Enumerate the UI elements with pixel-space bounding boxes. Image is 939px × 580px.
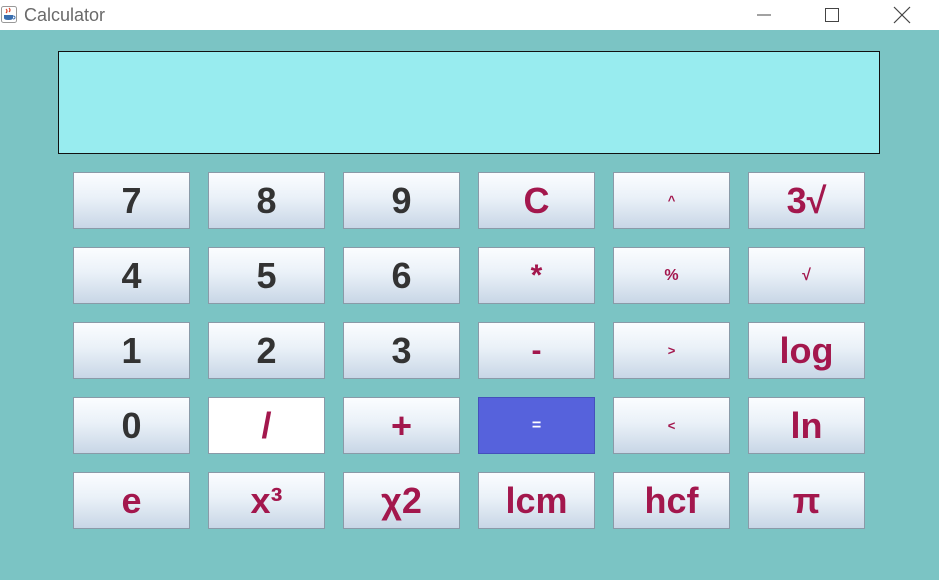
close-button[interactable] bbox=[867, 0, 937, 30]
java-cup-icon bbox=[1, 6, 17, 23]
greater-than-button[interactable]: > bbox=[613, 322, 730, 379]
maximize-icon bbox=[825, 8, 839, 22]
key-label: log bbox=[779, 329, 834, 371]
cube-root-button[interactable]: 3√ bbox=[748, 172, 865, 229]
key-label: * bbox=[530, 258, 543, 292]
key-label: 3 bbox=[391, 329, 412, 371]
percent-button[interactable]: % bbox=[613, 247, 730, 304]
close-icon bbox=[893, 6, 911, 24]
equals-button[interactable]: = bbox=[478, 397, 595, 454]
key-label: 2 bbox=[256, 329, 277, 371]
key-label: 3√ bbox=[786, 179, 827, 221]
key-label: = bbox=[531, 416, 542, 434]
square-root-button[interactable]: √ bbox=[748, 247, 865, 304]
key-1[interactable]: 1 bbox=[73, 322, 190, 379]
key-6[interactable]: 6 bbox=[343, 247, 460, 304]
pi-button[interactable]: π bbox=[748, 472, 865, 529]
key-label: % bbox=[664, 266, 679, 284]
key-7[interactable]: 7 bbox=[73, 172, 190, 229]
key-label: ln bbox=[790, 404, 823, 446]
key-label: e bbox=[121, 479, 142, 521]
add-button[interactable]: + bbox=[343, 397, 460, 454]
key-label: hcf bbox=[644, 479, 699, 521]
key-9[interactable]: 9 bbox=[343, 172, 460, 229]
key-label: + bbox=[390, 404, 413, 446]
key-5[interactable]: 5 bbox=[208, 247, 325, 304]
key-label: 6 bbox=[391, 254, 412, 296]
key-label: C bbox=[523, 179, 550, 221]
key-label: / bbox=[261, 404, 272, 446]
multiply-button[interactable]: * bbox=[478, 247, 595, 304]
calculator-display[interactable] bbox=[58, 51, 880, 154]
key-0[interactable]: 0 bbox=[73, 397, 190, 454]
subtract-button[interactable]: - bbox=[478, 322, 595, 379]
euler-button[interactable]: e bbox=[73, 472, 190, 529]
maximize-button[interactable] bbox=[797, 0, 867, 30]
key-label: lcm bbox=[505, 479, 568, 521]
key-label: 1 bbox=[121, 329, 142, 371]
title-bar: Calculator bbox=[0, 0, 939, 30]
clear-button[interactable]: C bbox=[478, 172, 595, 229]
key-label: < bbox=[667, 418, 676, 433]
power-button[interactable]: ^ bbox=[613, 172, 730, 229]
key-3[interactable]: 3 bbox=[343, 322, 460, 379]
key-label: √ bbox=[802, 266, 811, 284]
key-8[interactable]: 8 bbox=[208, 172, 325, 229]
lcm-button[interactable]: lcm bbox=[478, 472, 595, 529]
key-4[interactable]: 4 bbox=[73, 247, 190, 304]
key-label: - bbox=[531, 333, 542, 367]
key-label: 4 bbox=[121, 254, 142, 296]
key-label: 8 bbox=[256, 179, 277, 221]
key-label: 5 bbox=[256, 254, 277, 296]
minimize-button[interactable] bbox=[729, 0, 799, 30]
key-label: π bbox=[792, 479, 821, 521]
key-label: ^ bbox=[667, 193, 676, 208]
key-2[interactable]: 2 bbox=[208, 322, 325, 379]
ln-button[interactable]: ln bbox=[748, 397, 865, 454]
key-label: 7 bbox=[121, 179, 142, 221]
key-label: x³ bbox=[250, 479, 283, 521]
less-than-button[interactable]: < bbox=[613, 397, 730, 454]
log-button[interactable]: log bbox=[748, 322, 865, 379]
divide-button[interactable]: / bbox=[208, 397, 325, 454]
key-label: 9 bbox=[391, 179, 412, 221]
key-label: > bbox=[667, 343, 676, 358]
cube-button[interactable]: x³ bbox=[208, 472, 325, 529]
window-title: Calculator bbox=[24, 5, 106, 25]
hcf-button[interactable]: hcf bbox=[613, 472, 730, 529]
minimize-icon bbox=[757, 14, 771, 16]
key-label: χ2 bbox=[381, 479, 422, 521]
key-label: 0 bbox=[121, 404, 142, 446]
square-button[interactable]: χ2 bbox=[343, 472, 460, 529]
